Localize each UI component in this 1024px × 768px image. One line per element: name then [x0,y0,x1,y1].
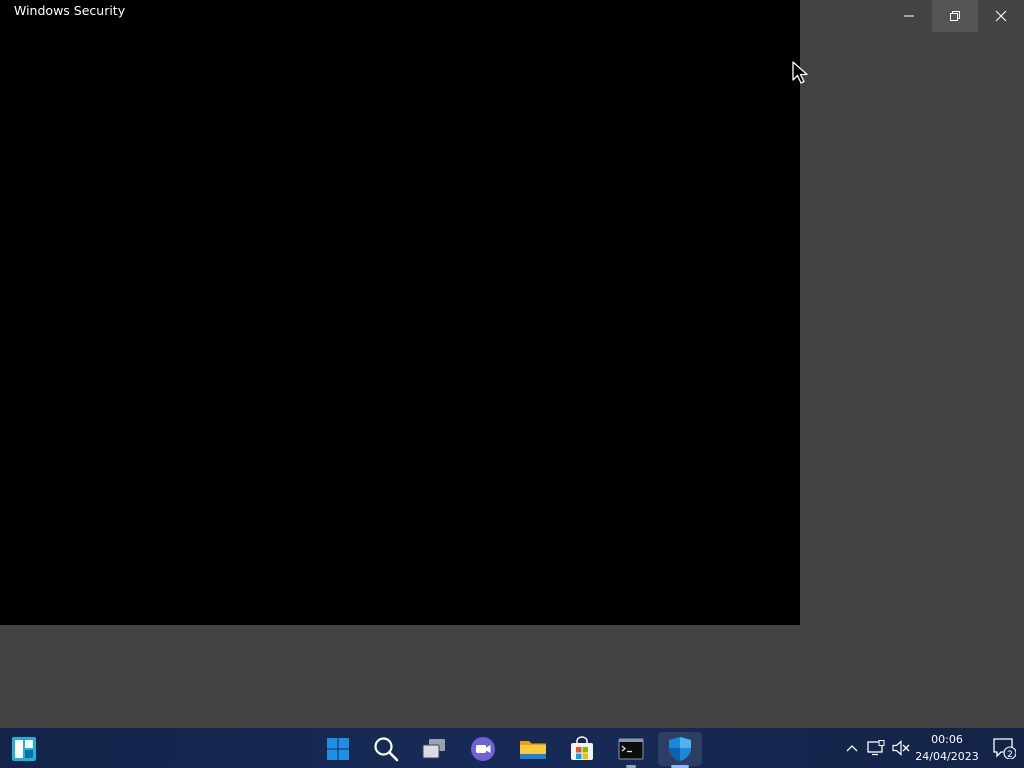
start-button[interactable] [316,732,360,766]
restore-icon [950,11,960,21]
windows-security-taskbar-button[interactable] [658,732,702,768]
minimize-button[interactable] [886,0,932,32]
task-view-button[interactable] [412,732,456,766]
clock[interactable]: 00:06 24/04/2023 [914,731,980,765]
widgets-button[interactable] [2,732,46,766]
show-hidden-icons-button[interactable] [842,728,862,768]
search-button[interactable] [364,732,408,766]
clock-date: 24/04/2023 [915,750,979,763]
shield-icon [669,737,691,761]
store-icon [571,736,593,760]
folder-icon [520,741,546,759]
teams-chat-icon [471,737,495,761]
windows-start-icon [327,738,349,760]
command-prompt-button[interactable] [609,732,653,768]
volume-button[interactable] [890,728,912,768]
close-icon [995,10,1007,22]
network-icon [867,740,885,756]
chevron-up-icon [846,745,858,752]
volume-muted-icon [892,740,910,756]
network-button[interactable] [865,728,887,768]
file-explorer-button[interactable] [511,732,555,766]
task-view-icon [422,739,445,759]
close-button[interactable] [978,0,1024,32]
window-title: Windows Security [14,3,126,18]
app-content-pane [0,0,800,625]
windows-security-window: Windows Security [0,0,1024,728]
minimize-icon [904,15,914,17]
microsoft-store-button[interactable] [560,732,604,766]
search-icon [374,737,399,762]
taskbar: 00:06 24/04/2023 [0,728,1024,768]
widgets-icon [12,737,36,761]
restore-button[interactable] [932,0,978,32]
notification-count-badge: 2 [1007,750,1013,760]
terminal-icon [618,738,644,760]
clock-time: 00:06 [931,733,963,746]
chat-button[interactable] [461,732,505,766]
mouse-cursor-icon [792,61,808,84]
